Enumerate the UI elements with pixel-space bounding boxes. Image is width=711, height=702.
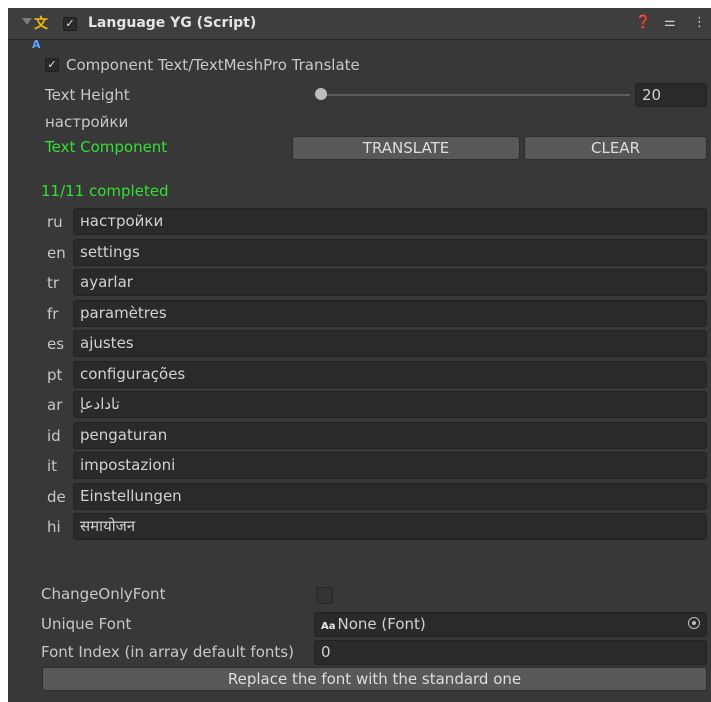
text-height-slider-knob[interactable] <box>315 88 327 100</box>
language-code: fr <box>47 304 59 323</box>
language-translation-field[interactable]: pengaturan <box>73 421 707 449</box>
replace-font-button[interactable]: Replace the font with the standard one <box>42 667 707 691</box>
text-component-label: Text Component <box>45 138 168 156</box>
language-code: de <box>47 487 66 506</box>
font-index-row: Font Index (in array default fonts) 0 <box>37 640 707 665</box>
font-index-input[interactable]: 0 <box>314 640 707 665</box>
component-title: Language YG (Script) <box>88 15 257 31</box>
text-height-label: Text Height <box>45 86 130 104</box>
source-text-row: настройки <box>37 110 707 134</box>
language-translation-field[interactable]: ayarlar <box>73 269 707 296</box>
font-asset-icon: Aa <box>321 621 336 632</box>
unique-font-row: Unique Font Aa None (Font) <box>37 612 707 637</box>
language-row: it impostazioni <box>37 450 707 479</box>
change-only-font-label: ChangeOnlyFont <box>41 585 166 603</box>
source-text-label: настройки <box>45 113 129 131</box>
language-row: pt configurações <box>37 359 707 388</box>
language-translation-field[interactable]: настройки <box>73 208 707 235</box>
language-row: ru настройки <box>37 206 707 235</box>
component-body: ✓ Component Text/TextMeshPro Translate T… <box>37 50 707 696</box>
language-row: fr paramètres <box>37 298 707 327</box>
text-height-slider[interactable] <box>319 94 630 96</box>
language-translation-field[interactable]: configurações <box>73 360 707 388</box>
language-translation-field[interactable]: impostazioni <box>73 452 707 479</box>
language-row: en settings <box>37 237 707 266</box>
clear-button[interactable]: CLEAR <box>524 136 707 160</box>
language-translation-field[interactable]: settings <box>73 238 707 266</box>
unique-font-value: None (Font) <box>337 615 426 633</box>
language-row: es ajustes <box>37 328 707 357</box>
language-row: tr ayarlar <box>37 267 707 296</box>
language-row: de Einstellungen <box>37 481 707 510</box>
component-translate-checkbox[interactable]: ✓ <box>45 58 59 72</box>
language-translation-field[interactable]: समायोजन <box>73 513 707 540</box>
language-translation-field[interactable]: Einstellungen <box>73 482 707 510</box>
language-code: tr <box>47 274 60 292</box>
foldout-arrow-icon[interactable] <box>22 18 32 25</box>
component-translate-label: Component Text/TextMeshPro Translate <box>66 56 360 74</box>
language-row: hi समायोजन <box>37 511 707 540</box>
translate-script-icon: 文A <box>32 16 48 51</box>
language-row: id pengaturan <box>37 420 707 449</box>
language-code: pt <box>47 365 63 384</box>
language-code: es <box>47 335 65 353</box>
language-code: hi <box>47 518 61 536</box>
object-picker-icon[interactable] <box>688 617 700 629</box>
change-only-font-checkbox[interactable] <box>316 587 333 604</box>
font-index-label: Font Index (in array default fonts) <box>41 643 294 661</box>
text-height-row: Text Height 20 <box>37 83 707 107</box>
language-row: ar تادادعإ <box>37 389 707 418</box>
sliders-icon[interactable]: ⚌ <box>664 15 676 30</box>
language-code: id <box>47 426 61 445</box>
status-row: 11/11 completed <box>37 179 707 203</box>
language-translation-field[interactable]: ajustes <box>73 330 707 357</box>
component-enabled-checkbox[interactable]: ✓ <box>63 17 77 31</box>
language-translation-field[interactable]: paramètres <box>73 299 707 327</box>
unique-font-label: Unique Font <box>41 615 132 633</box>
component-header[interactable]: 文A ✓ Language YG (Script) ❓ ⚌ ⋮ <box>8 8 711 51</box>
text-height-input[interactable]: 20 <box>635 83 707 107</box>
unique-font-field[interactable]: Aa None (Font) <box>314 612 707 637</box>
language-code: it <box>47 457 58 475</box>
language-translation-field[interactable]: تادادعإ <box>73 391 707 418</box>
text-component-row: Text Component TRANSLATE CLEAR <box>37 135 707 160</box>
change-only-font-row: ChangeOnlyFont <box>37 582 707 606</box>
language-code: ru <box>47 213 63 231</box>
language-code: ar <box>47 396 63 414</box>
component-translate-row: ✓ Component Text/TextMeshPro Translate <box>37 53 707 77</box>
kebab-menu-icon[interactable]: ⋮ <box>693 15 706 30</box>
translation-status: 11/11 completed <box>41 182 169 200</box>
translate-button[interactable]: TRANSLATE <box>292 136 520 160</box>
language-code: en <box>47 243 66 262</box>
help-icon[interactable]: ❓ <box>635 15 651 30</box>
